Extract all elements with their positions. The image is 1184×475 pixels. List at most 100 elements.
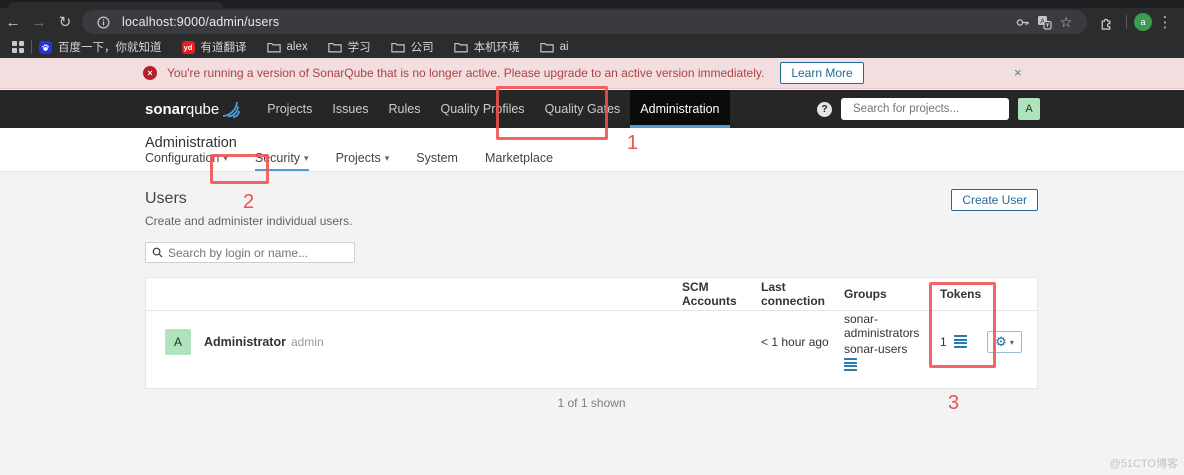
browser-chrome: ← → ↻ localhost:9000/admin/users A ☆ a ⋮: [0, 0, 1184, 58]
address-bar[interactable]: localhost:9000/admin/users A ☆: [82, 10, 1087, 34]
user-login: admin: [290, 335, 324, 349]
cell-groups: sonar-administrators sonar-users: [844, 312, 940, 372]
banner-close-icon[interactable]: ×: [1014, 65, 1022, 80]
bookmark-label: 百度一下，你就知道: [58, 42, 162, 54]
tokens-count: 1: [940, 335, 947, 349]
logo-text-bold: sonar: [145, 100, 186, 118]
folder-icon: [327, 42, 342, 52]
logo-text-light: qube: [185, 100, 220, 118]
help-icon[interactable]: ?: [817, 101, 832, 117]
folder-icon: [453, 42, 468, 52]
cell-actions: ⚙ ▾: [987, 331, 1037, 353]
tab-strip: [0, 0, 1184, 8]
banner-message: You're running a version of SonarQube th…: [167, 66, 765, 80]
user-search-box[interactable]: [145, 242, 355, 263]
baidu-icon: [39, 40, 52, 54]
bookmark-folder-localenv[interactable]: 本机环境: [453, 39, 520, 55]
youdao-icon: yd: [181, 40, 195, 54]
project-search-input[interactable]: [853, 103, 1007, 115]
password-key-icon[interactable]: [1011, 15, 1033, 30]
tab-configuration[interactable]: Configuration ▾: [145, 151, 228, 171]
extensions-icon[interactable]: [1093, 10, 1119, 34]
site-info-icon[interactable]: [92, 15, 114, 29]
nav-item-quality-gates[interactable]: Quality Gates: [535, 90, 631, 128]
nav-item-quality-profiles[interactable]: Quality Profiles: [431, 90, 535, 128]
nav-item-administration[interactable]: Administration: [630, 90, 730, 128]
bookmarks-divider: [31, 40, 32, 54]
cell-name: A Administrator admin: [146, 329, 682, 355]
group-name: sonar-users: [844, 342, 908, 356]
header-last-connection: Last connection: [761, 280, 826, 308]
edit-groups-list-icon[interactable]: [844, 358, 857, 372]
bookmark-folder-ai[interactable]: ai: [539, 41, 569, 53]
url-text[interactable]: localhost:9000/admin/users: [122, 15, 279, 29]
bookmark-folder-study[interactable]: 学习: [327, 39, 371, 55]
bookmark-star-icon[interactable]: ☆: [1055, 14, 1077, 31]
reload-icon[interactable]: ↻: [52, 10, 78, 34]
toolbar-divider: [1126, 15, 1127, 29]
chevron-down-icon: ▾: [384, 152, 390, 163]
bookmark-label: 本机环境: [473, 42, 520, 54]
header-groups: Groups: [844, 287, 887, 301]
browser-profile-avatar[interactable]: a: [1134, 13, 1152, 31]
users-table-panel: SCM Accounts Last connection Groups Toke…: [145, 277, 1038, 389]
bookmark-folder-alex[interactable]: alex: [266, 41, 308, 53]
project-search-box[interactable]: [841, 98, 1009, 120]
chevron-down-icon: ▾: [304, 152, 309, 163]
tab-label: Configuration: [145, 151, 220, 165]
user-name: Administrator: [204, 335, 286, 349]
tab-system[interactable]: System: [416, 151, 458, 171]
tab-security[interactable]: Security ▾: [254, 151, 309, 171]
sonarqube-logo[interactable]: sonar qube: [145, 100, 243, 118]
translate-icon[interactable]: A: [1033, 15, 1055, 30]
chrome-right-controls: a ⋮: [1093, 10, 1178, 34]
page-title: Administration: [145, 135, 237, 151]
users-title: Users: [145, 190, 187, 207]
user-avatar[interactable]: A: [1018, 98, 1040, 120]
user-settings-button[interactable]: ⚙ ▾: [987, 331, 1022, 353]
sonarqube-warning-banner: × You're running a version of SonarQube …: [0, 58, 1184, 89]
apps-grid-icon[interactable]: [12, 41, 24, 53]
cell-last-connection: < 1 hour ago: [761, 335, 829, 349]
bookmark-label: 学习: [347, 42, 371, 54]
table-row: A Administrator admin < 1 hour ago sonar-…: [146, 311, 1037, 373]
menu-dots-icon[interactable]: ⋮: [1152, 10, 1178, 34]
cell-tokens: 1: [940, 335, 987, 349]
error-icon: ×: [143, 66, 157, 80]
tab-marketplace[interactable]: Marketplace: [485, 151, 553, 171]
tab-label: Projects: [335, 151, 381, 165]
user-search-input[interactable]: [168, 245, 348, 260]
folder-icon: [390, 42, 405, 52]
nav-item-issues[interactable]: Issues: [322, 90, 378, 128]
bookmark-label: 公司: [410, 42, 434, 54]
learn-more-button[interactable]: Learn More: [780, 62, 864, 84]
bookmark-folder-company[interactable]: 公司: [390, 39, 434, 55]
bookmark-youdao[interactable]: yd 有道翻译: [181, 39, 247, 55]
header-tokens: Tokens: [940, 287, 982, 301]
users-page: Users Create and administer individual u…: [0, 172, 1184, 475]
create-user-button[interactable]: Create User: [951, 189, 1038, 211]
header-scm-accounts: SCM Accounts: [682, 280, 737, 308]
tab-projects[interactable]: Projects ▾: [336, 151, 390, 171]
forward-icon[interactable]: →: [26, 10, 52, 34]
nav-item-rules[interactable]: Rules: [379, 90, 431, 128]
tab-label: System: [416, 151, 458, 165]
chevron-down-icon: ▾: [1009, 337, 1014, 347]
admin-tabs: Configuration ▾ Security ▾ Projects ▾ Syste…: [145, 151, 553, 171]
bookmark-baidu[interactable]: 百度一下，你就知道: [39, 39, 162, 55]
results-count: 1 of 1 shown: [557, 396, 626, 410]
bookmark-label: 有道翻译: [200, 42, 247, 54]
nav-item-projects[interactable]: Projects: [257, 90, 322, 128]
table-header-row: SCM Accounts Last connection Groups Toke…: [146, 278, 1037, 311]
tokens-list-icon[interactable]: [953, 335, 967, 349]
browser-toolbar: ← → ↻ localhost:9000/admin/users A ☆ a ⋮: [0, 8, 1184, 36]
users-description: Create and administer individual users.: [145, 214, 353, 228]
bookmark-label: ai: [559, 41, 569, 53]
back-icon[interactable]: ←: [0, 10, 26, 34]
bookmark-label: alex: [286, 41, 308, 53]
admin-context-header: Administration Configuration ▾ Security ▾ …: [0, 128, 1184, 172]
watermark: @51CTO博客: [1109, 458, 1178, 470]
group-name: sonar-administrators: [844, 312, 920, 340]
bookmarks-bar: 百度一下，你就知道 yd 有道翻译 alex 学习 公司 本机环境 ai: [0, 36, 1184, 58]
tab-label: Marketplace: [484, 151, 554, 165]
